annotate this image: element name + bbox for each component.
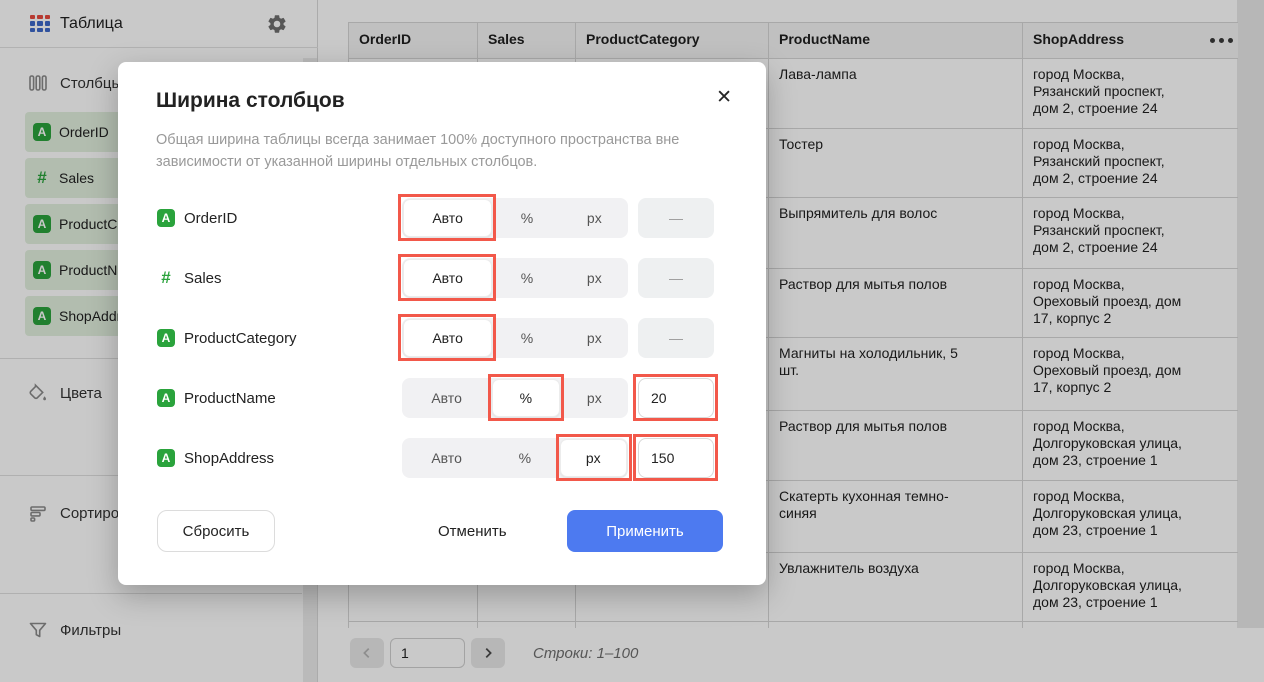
dialog-title: Ширина столбцов bbox=[156, 89, 345, 113]
field-name: ProductCategory bbox=[184, 330, 297, 347]
string-field-icon: A bbox=[157, 209, 175, 227]
string-field-icon: A bbox=[157, 389, 175, 407]
unit-option-auto[interactable]: Авто bbox=[403, 259, 492, 297]
unit-segmented-control: Авто % px bbox=[402, 318, 628, 358]
unit-option-percent[interactable]: % bbox=[491, 438, 558, 478]
unit-option-px[interactable]: px bbox=[561, 378, 628, 418]
number-field-icon: # bbox=[157, 269, 175, 287]
unit-segmented-control: Авто % px bbox=[402, 378, 628, 418]
unit-option-auto[interactable]: Авто bbox=[403, 319, 492, 357]
cancel-button[interactable]: Отменить bbox=[423, 510, 522, 552]
width-value-disabled: — bbox=[638, 198, 714, 238]
apply-button[interactable]: Применить bbox=[567, 510, 723, 552]
width-row-sales: # Sales Авто % px — bbox=[156, 258, 728, 298]
close-icon[interactable]: ✕ bbox=[716, 88, 732, 107]
unit-option-percent[interactable]: % bbox=[493, 258, 560, 298]
width-value-disabled: — bbox=[638, 318, 714, 358]
unit-option-percent[interactable]: % bbox=[493, 318, 560, 358]
field-name: ShopAddress bbox=[184, 450, 274, 467]
width-row-shopaddress: A ShopAddress Авто % px bbox=[156, 438, 728, 478]
width-row-productname: A ProductName Авто % px bbox=[156, 378, 728, 418]
unit-segmented-control: Авто % px bbox=[402, 438, 628, 478]
column-width-rows: AOrderID Авто % px — #Sales Авто % px — … bbox=[156, 198, 728, 498]
unit-segmented-control: Авто % px bbox=[402, 258, 628, 298]
field-name: OrderID bbox=[184, 210, 237, 227]
width-value-input[interactable] bbox=[638, 438, 714, 478]
unit-option-auto[interactable]: Авто bbox=[402, 378, 491, 418]
width-row-orderid: A OrderID Авто % px — bbox=[156, 198, 728, 238]
unit-option-px[interactable]: px bbox=[561, 318, 628, 358]
field-name: ProductName bbox=[184, 390, 276, 407]
unit-option-auto[interactable]: Авто bbox=[402, 438, 491, 478]
unit-option-px[interactable]: px bbox=[561, 258, 628, 298]
reset-button[interactable]: Сбросить bbox=[157, 510, 275, 552]
column-width-dialog: Ширина столбцов ✕ Общая ширина таблицы в… bbox=[118, 62, 766, 585]
unit-option-percent[interactable]: % bbox=[493, 198, 560, 238]
width-row-productcategory: A ProductCategory Авто % px — bbox=[156, 318, 728, 358]
unit-option-px[interactable]: px bbox=[561, 198, 628, 238]
unit-segmented-control: Авто % px bbox=[402, 198, 628, 238]
field-name: Sales bbox=[184, 270, 222, 287]
unit-option-auto[interactable]: Авто bbox=[403, 199, 492, 237]
string-field-icon: A bbox=[157, 449, 175, 467]
unit-option-percent[interactable]: % bbox=[492, 379, 559, 417]
width-value-disabled: — bbox=[638, 258, 714, 298]
string-field-icon: A bbox=[157, 329, 175, 347]
dialog-description: Общая ширина таблицы всегда занимает 100… bbox=[156, 129, 738, 173]
unit-option-px[interactable]: px bbox=[560, 439, 627, 477]
width-value-input[interactable] bbox=[638, 378, 714, 418]
